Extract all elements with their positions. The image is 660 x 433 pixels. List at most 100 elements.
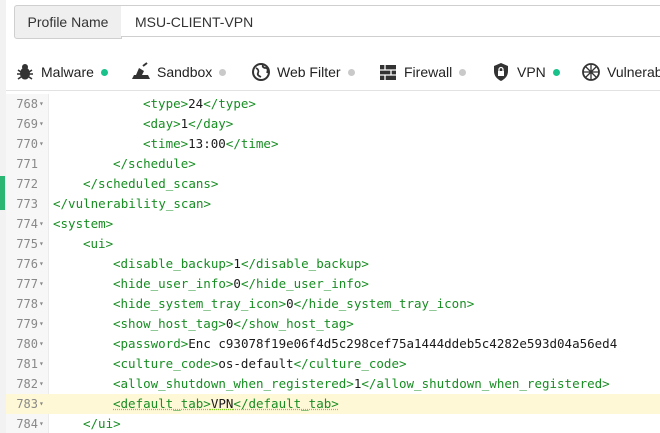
left-edge-marker [0, 176, 5, 210]
xml-value: 13:00 [188, 136, 226, 151]
code-line[interactable]: 779 ▾ <show_host_tag>0</show_host_tag> [6, 314, 660, 334]
sandbox-icon [130, 61, 152, 83]
line-number: 769 [16, 117, 38, 131]
xml-code-editor[interactable]: 768 ▾ <type>24</type> 769 ▾ <day>1</day> 770 ▾ <… [6, 94, 660, 433]
fold-toggle-icon[interactable]: ▾ [39, 254, 47, 274]
fold-toggle-icon[interactable]: ▾ [39, 394, 47, 414]
line-number: 771 [16, 157, 38, 171]
xml-value: 0 [286, 296, 294, 311]
fold-toggle-icon[interactable]: ▾ [39, 114, 47, 134]
line-number: 768 [16, 97, 38, 111]
code-text: <type>24</type> [143, 94, 256, 114]
code-text: <hide_user_info>0</hide_user_info> [113, 274, 369, 294]
status-dot [552, 68, 560, 76]
xml-close-tag: </allow_shutdown_when_registered> [361, 376, 610, 391]
code-line[interactable]: 772 </scheduled_scans> [6, 174, 660, 194]
code-line[interactable]: 773 </vulnerability_scan> [6, 194, 660, 214]
code-line[interactable]: 768 ▾ <type>24</type> [6, 94, 660, 114]
tab-web-filter[interactable]: Web Filter [250, 54, 355, 90]
xml-close-tag: </time> [225, 136, 279, 151]
fold-toggle-icon[interactable]: ▾ [39, 234, 47, 254]
code-line[interactable]: 771 </schedule> [6, 154, 660, 174]
xml-open-tag: <password> [113, 336, 189, 351]
code-line[interactable]: 782 ▾ <allow_shutdown_when_registered>1</a… [6, 374, 660, 394]
code-line[interactable]: 774 ▾ <system> [6, 214, 660, 234]
tab-label: Firewall [404, 64, 453, 80]
tab-firewall[interactable]: Firewall [377, 54, 467, 90]
xml-close-tag: </hide_system_tray_icon> [293, 296, 475, 311]
code-line[interactable]: 784 ▾ </ui> [6, 414, 660, 433]
xml-close-tag: </culture_code> [293, 356, 407, 371]
xml-value: 1 [233, 256, 241, 271]
code-line[interactable]: 778 ▾ <hide_system_tray_icon>0</hide_syste… [6, 294, 660, 314]
fold-toggle-icon[interactable]: ▾ [39, 274, 47, 294]
fold-toggle-icon[interactable]: ▾ [39, 134, 47, 154]
line-number: 781 [16, 357, 38, 371]
tab-label: Sandbox [157, 64, 213, 80]
xml-open-tag: <default_tab> [113, 396, 211, 411]
code-line[interactable]: 769 ▾ <day>1</day> [6, 114, 660, 134]
tab-label: Vulnerab [607, 64, 660, 80]
line-number: 776 [16, 257, 38, 271]
fold-toggle-icon[interactable]: ▾ [39, 414, 47, 433]
status-dot [347, 68, 355, 76]
xml-open-tag: <disable_backup> [113, 256, 234, 271]
line-number: 777 [16, 277, 38, 291]
line-number: 779 [16, 317, 38, 331]
xml-open-tag: <culture_code> [113, 356, 219, 371]
fold-toggle-icon[interactable]: ▾ [39, 214, 47, 234]
xml-value: 24 [188, 96, 204, 111]
code-text: <culture_code>os-default</culture_code> [113, 354, 407, 374]
code-text: <hide_system_tray_icon>0</hide_system_tr… [113, 294, 474, 314]
tab-sandbox[interactable]: Sandbox [130, 54, 227, 90]
tab-vulnerability[interactable]: Vulnerab [580, 54, 660, 90]
code-line[interactable]: 781 ▾ <culture_code>os-default</culture_co… [6, 354, 660, 374]
xml-open-tag: </ui> [83, 416, 121, 431]
code-text: <default_tab>VPN</default_tab> [113, 394, 339, 414]
code-text: <ui> [83, 234, 113, 254]
code-line[interactable]: 770 ▾ <time>13:00</time> [6, 134, 660, 154]
xml-open-tag: <type> [143, 96, 189, 111]
profile-name-input[interactable]: MSU-CLIENT-VPN [121, 5, 660, 37]
xml-open-tag: </vulnerability_scan> [53, 196, 212, 211]
code-text: <system> [53, 214, 113, 234]
code-line[interactable]: 783 ▾ <default_tab>VPN</default_tab> [6, 394, 660, 414]
code-text: <password>Enc c93078f19e06f4d5c298cef75a… [113, 334, 617, 354]
xml-open-tag: <show_host_tag> [113, 316, 226, 331]
xml-close-tag: </disable_backup> [240, 256, 369, 271]
code-text: <day>1</day> [143, 114, 233, 134]
line-number: 778 [16, 297, 38, 311]
xml-open-tag: <time> [143, 136, 189, 151]
vulnerability-icon [580, 61, 602, 83]
xml-close-tag: </hide_user_info> [240, 276, 369, 291]
code-line[interactable]: 776 ▾ <disable_backup>1</disable_backup> [6, 254, 660, 274]
fold-toggle-icon[interactable]: ▾ [39, 94, 47, 114]
xml-open-tag: <hide_system_tray_icon> [113, 296, 287, 311]
code-line[interactable]: 777 ▾ <hide_user_info>0</hide_user_info> [6, 274, 660, 294]
firewall-icon [377, 61, 399, 83]
code-text: </ui> [83, 414, 121, 433]
xml-open-tag: <day> [143, 116, 181, 131]
code-line[interactable]: 780 ▾ <password>Enc c93078f19e06f4d5c298ce… [6, 334, 660, 354]
code-line[interactable]: 775 ▾ <ui> [6, 234, 660, 254]
profile-name-label: Profile Name [14, 5, 122, 39]
line-number: 784 [16, 417, 38, 431]
code-text: </scheduled_scans> [83, 174, 218, 194]
xml-close-tag: </default_tab> [233, 396, 339, 411]
xml-open-tag: <ui> [83, 236, 114, 251]
code-text: <disable_backup>1</disable_backup> [113, 254, 369, 274]
shield-lock-icon [490, 61, 512, 83]
profile-name-row: Profile Name MSU-CLIENT-VPN [14, 5, 660, 39]
status-dot [100, 68, 108, 76]
fold-toggle-icon[interactable]: ▾ [39, 334, 47, 354]
tab-vpn[interactable]: VPN [490, 54, 560, 90]
fold-toggle-icon[interactable]: ▾ [39, 314, 47, 334]
fold-toggle-icon[interactable]: ▾ [39, 354, 47, 374]
tab-malware[interactable]: Malware [14, 54, 108, 90]
xml-value: VPN [210, 396, 234, 411]
xml-open-tag: <allow_shutdown_when_registered> [113, 376, 354, 391]
status-dot [219, 68, 227, 76]
fold-toggle-icon[interactable]: ▾ [39, 374, 47, 394]
fold-toggle-icon[interactable]: ▾ [39, 294, 47, 314]
tab-label: Web Filter [277, 64, 341, 80]
